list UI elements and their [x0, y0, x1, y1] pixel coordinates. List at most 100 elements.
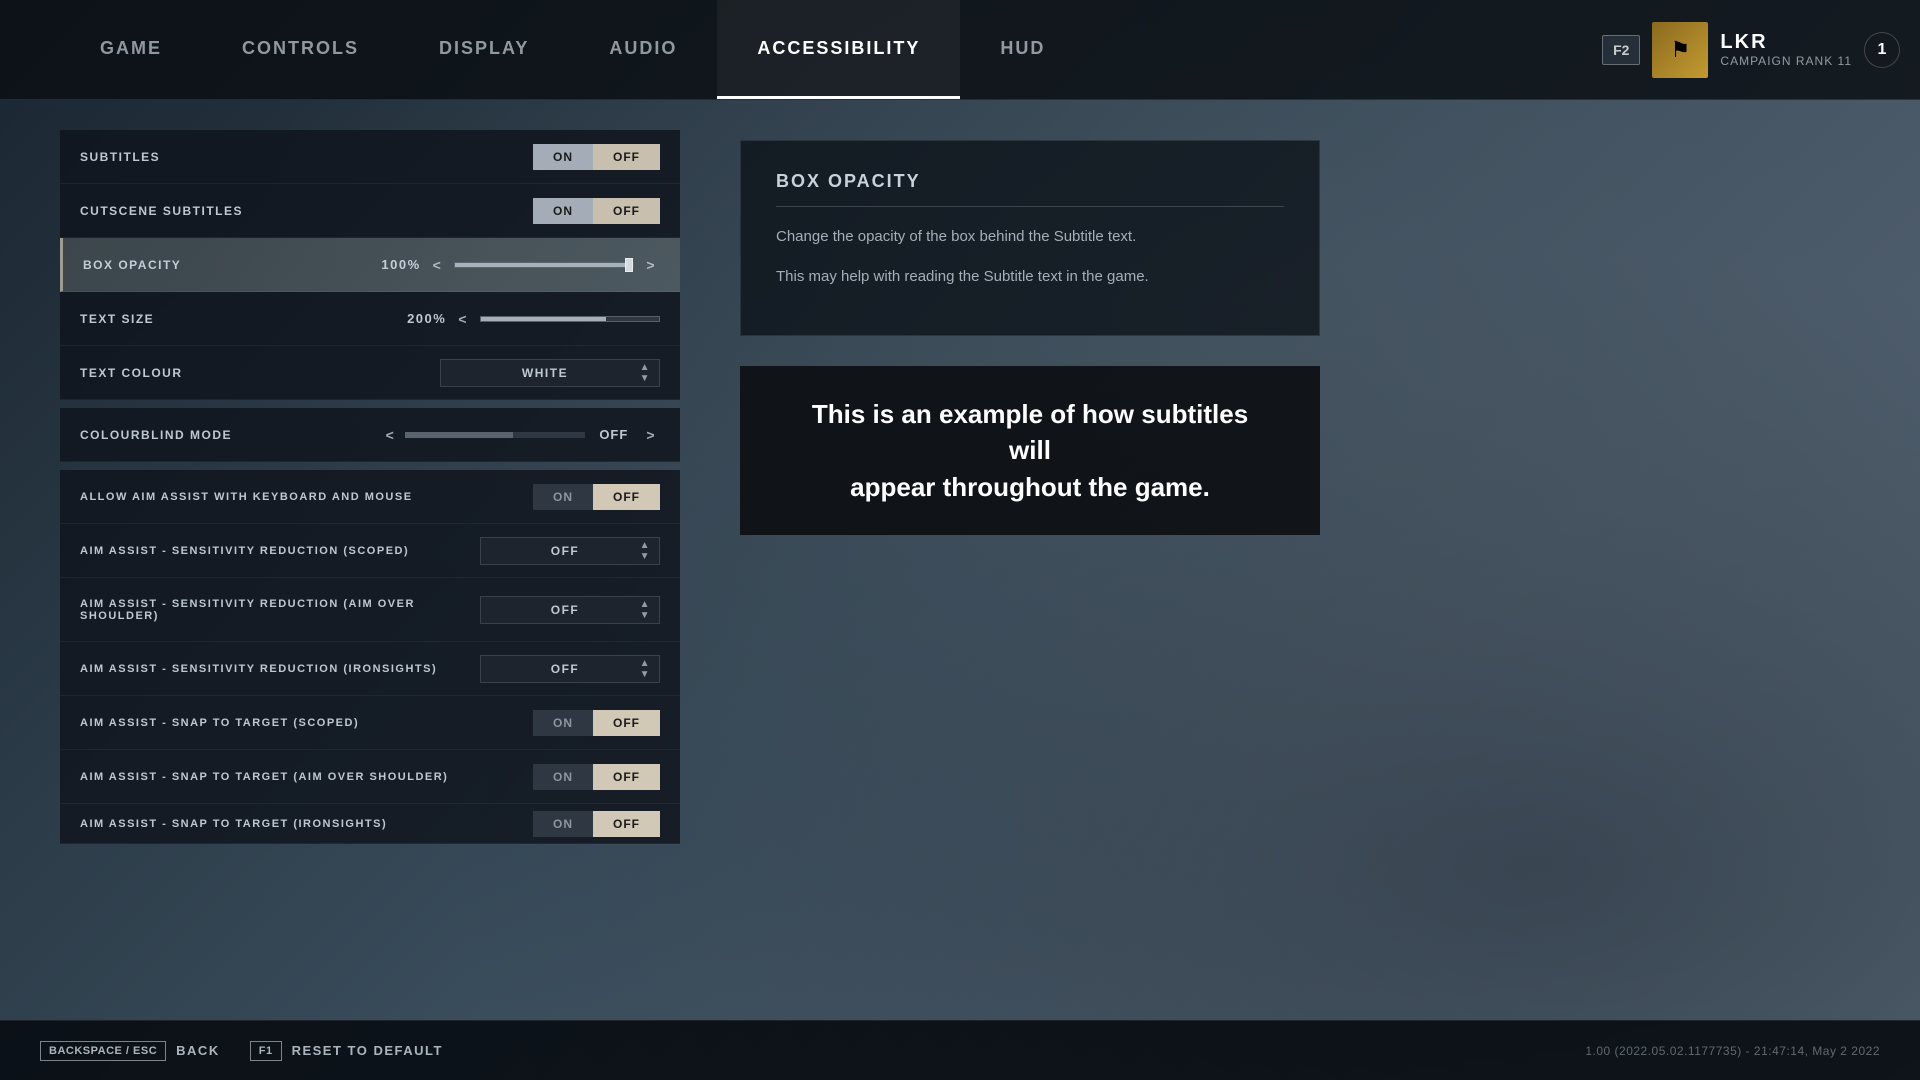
- aim-sensitivity-scoped-label: AIM ASSIST - SENSITIVITY REDUCTION (SCOP…: [80, 545, 480, 557]
- reset-key-badge: F1: [250, 1041, 282, 1061]
- tab-audio[interactable]: AUDIO: [569, 0, 717, 99]
- setting-aim-snap-ironsights: AIM ASSIST - SNAP TO TARGET (IRONSIGHTS)…: [60, 804, 680, 844]
- colourblind-fill: [405, 432, 513, 438]
- box-opacity-fill: [455, 263, 628, 267]
- aim-snap-scoped-on-btn[interactable]: ON: [533, 710, 593, 736]
- box-opacity-thumb: [625, 258, 633, 272]
- tab-accessibility[interactable]: ACCESSIBILITY: [717, 0, 960, 99]
- text-size-track[interactable]: [480, 316, 660, 322]
- aim-assist-on-btn[interactable]: ON: [533, 484, 593, 510]
- setting-aim-snap-scoped: AIM ASSIST - SNAP TO TARGET (SCOPED) ON …: [60, 696, 680, 750]
- nav-bar: GAME CONTROLS DISPLAY AUDIO ACCESSIBILIT…: [0, 0, 1920, 100]
- aim-sensitivity-scoped-value: OFF: [551, 544, 580, 558]
- setting-colourblind: COLOURBLIND MODE < OFF >: [60, 408, 680, 462]
- aim-snap-aim-over-label: AIM ASSIST - SNAP TO TARGET (AIM OVER SH…: [80, 771, 533, 783]
- colourblind-left-arrow[interactable]: <: [382, 425, 400, 445]
- cutscene-off-btn[interactable]: OFF: [593, 198, 660, 224]
- aim-sensitivity-aim-over-label: AIM ASSIST - SENSITIVITY REDUCTION (AIM …: [80, 598, 480, 622]
- info-description-2: This may help with reading the Subtitle …: [776, 265, 1284, 289]
- tab-hud[interactable]: HUD: [960, 0, 1085, 99]
- box-opacity-left-arrow[interactable]: <: [429, 255, 447, 275]
- bottom-bar: BACKSPACE / ESC BACK F1 RESET TO DEFAULT…: [0, 1020, 1920, 1080]
- setting-subtitles-label: SUBTITLES: [80, 150, 533, 164]
- bottom-controls: BACKSPACE / ESC BACK F1 RESET TO DEFAULT: [40, 1041, 1585, 1061]
- text-colour-label: TEXT COLOUR: [80, 366, 440, 380]
- aim-snap-ironsights-toggle: ON OFF: [533, 811, 660, 837]
- text-size-left-arrow[interactable]: <: [454, 309, 472, 329]
- aim-snap-aim-over-toggle: ON OFF: [533, 764, 660, 790]
- box-opacity-label: BOX OPACITY: [83, 258, 376, 272]
- tab-game[interactable]: GAME: [60, 0, 202, 99]
- allow-aim-assist-label: ALLOW AIM ASSIST WITH KEYBOARD AND MOUSE: [80, 491, 533, 503]
- settings-panel: SUBTITLES ON OFF CUTSCENE SUBTITLES ON O…: [0, 100, 680, 1080]
- setting-box-opacity: BOX OPACITY 100% < >: [60, 238, 680, 292]
- tab-controls[interactable]: CONTROLS: [202, 0, 399, 99]
- section-divider-1: [60, 400, 680, 408]
- text-colour-dropdown[interactable]: WHITE ▲▼: [440, 359, 660, 387]
- settings-list: SUBTITLES ON OFF CUTSCENE SUBTITLES ON O…: [60, 130, 680, 844]
- text-colour-value: WHITE: [522, 366, 568, 380]
- colourblind-value: OFF: [599, 427, 628, 442]
- aim-sensitivity-ironsights-dropdown[interactable]: OFF ▲▼: [480, 655, 660, 683]
- section-divider-2: [60, 462, 680, 470]
- aim-sensitivity-aim-over-dropdown[interactable]: OFF ▲▼: [480, 596, 660, 624]
- box-opacity-track[interactable]: [454, 262, 634, 268]
- back-key-badge: BACKSPACE / ESC: [40, 1041, 166, 1061]
- aim-sensitivity-aim-over-value: OFF: [551, 603, 580, 617]
- aim-sensitivity-ironsights-value: OFF: [551, 662, 580, 676]
- box-opacity-value: 100%: [376, 257, 421, 272]
- info-description-1: Change the opacity of the box behind the…: [776, 225, 1284, 249]
- aim-assist-toggle: ON OFF: [533, 484, 660, 510]
- setting-allow-aim-assist: ALLOW AIM ASSIST WITH KEYBOARD AND MOUSE…: [60, 470, 680, 524]
- aim-snap-scoped-off-btn[interactable]: OFF: [593, 710, 660, 736]
- subtitle-example-text: This is an example of how subtitles will…: [790, 396, 1270, 505]
- user-rank: CAMPAIGN RANK 11: [1720, 54, 1852, 68]
- setting-cutscene-subtitles: CUTSCENE SUBTITLES ON OFF: [60, 184, 680, 238]
- setting-aim-sensitivity-aim-over: AIM ASSIST - SENSITIVITY REDUCTION (AIM …: [60, 578, 680, 642]
- colourblind-right-arrow[interactable]: >: [642, 425, 660, 445]
- back-hint: BACKSPACE / ESC BACK: [40, 1041, 220, 1061]
- info-box: BOX OPACITY Change the opacity of the bo…: [740, 140, 1320, 336]
- text-size-slider-container: 200% <: [401, 309, 660, 329]
- reset-hint: F1 RESET TO DEFAULT: [250, 1041, 443, 1061]
- version-text: 1.00 (2022.05.02.1177735) - 21:47:14, Ma…: [1585, 1044, 1880, 1058]
- reset-label: RESET TO DEFAULT: [292, 1043, 443, 1058]
- aim-snap-ironsights-on-btn[interactable]: ON: [533, 811, 593, 837]
- f2-badge[interactable]: F2: [1602, 35, 1640, 65]
- aim-snap-scoped-label: AIM ASSIST - SNAP TO TARGET (SCOPED): [80, 717, 533, 729]
- user-name: LKR: [1720, 31, 1852, 54]
- setting-subtitles: SUBTITLES ON OFF: [60, 130, 680, 184]
- box-opacity-right-arrow[interactable]: >: [642, 255, 660, 275]
- user-details: LKR CAMPAIGN RANK 11: [1720, 31, 1852, 68]
- aim-sensitivity-scoped-dropdown[interactable]: OFF ▲▼: [480, 537, 660, 565]
- rank-number: 1: [1864, 32, 1900, 68]
- setting-aim-snap-aim-over: AIM ASSIST - SNAP TO TARGET (AIM OVER SH…: [60, 750, 680, 804]
- subtitle-example-box: This is an example of how subtitles will…: [740, 366, 1320, 535]
- chevron-down-icon-4: ▲▼: [640, 658, 651, 680]
- chevron-down-icon-3: ▲▼: [640, 599, 651, 621]
- aim-snap-ironsights-off-btn[interactable]: OFF: [593, 811, 660, 837]
- main-content: SUBTITLES ON OFF CUTSCENE SUBTITLES ON O…: [0, 100, 1920, 1080]
- aim-assist-off-btn[interactable]: OFF: [593, 484, 660, 510]
- subtitles-off-btn[interactable]: OFF: [593, 144, 660, 170]
- chevron-down-icon-2: ▲▼: [640, 540, 651, 562]
- aim-snap-scoped-toggle: ON OFF: [533, 710, 660, 736]
- back-label: BACK: [176, 1043, 220, 1058]
- info-title: BOX OPACITY: [776, 171, 1284, 207]
- user-info: F2 ⚑ LKR CAMPAIGN RANK 11 1: [1602, 22, 1920, 78]
- subtitles-on-btn[interactable]: ON: [533, 144, 593, 170]
- cutscene-on-btn[interactable]: ON: [533, 198, 593, 224]
- setting-text-colour: TEXT COLOUR WHITE ▲▼: [60, 346, 680, 400]
- colourblind-container: < OFF >: [382, 425, 660, 445]
- colourblind-track[interactable]: [405, 432, 585, 438]
- colourblind-label: COLOURBLIND MODE: [80, 428, 382, 442]
- aim-snap-ironsights-label: AIM ASSIST - SNAP TO TARGET (IRONSIGHTS): [80, 818, 533, 830]
- setting-cutscene-label: CUTSCENE SUBTITLES: [80, 204, 533, 218]
- text-size-fill: [481, 317, 606, 321]
- aim-snap-aim-over-off-btn[interactable]: OFF: [593, 764, 660, 790]
- aim-snap-aim-over-on-btn[interactable]: ON: [533, 764, 593, 790]
- tab-display[interactable]: DISPLAY: [399, 0, 569, 99]
- setting-aim-sensitivity-ironsights: AIM ASSIST - SENSITIVITY REDUCTION (IRON…: [60, 642, 680, 696]
- text-size-value: 200%: [401, 311, 446, 326]
- avatar: ⚑: [1652, 22, 1708, 78]
